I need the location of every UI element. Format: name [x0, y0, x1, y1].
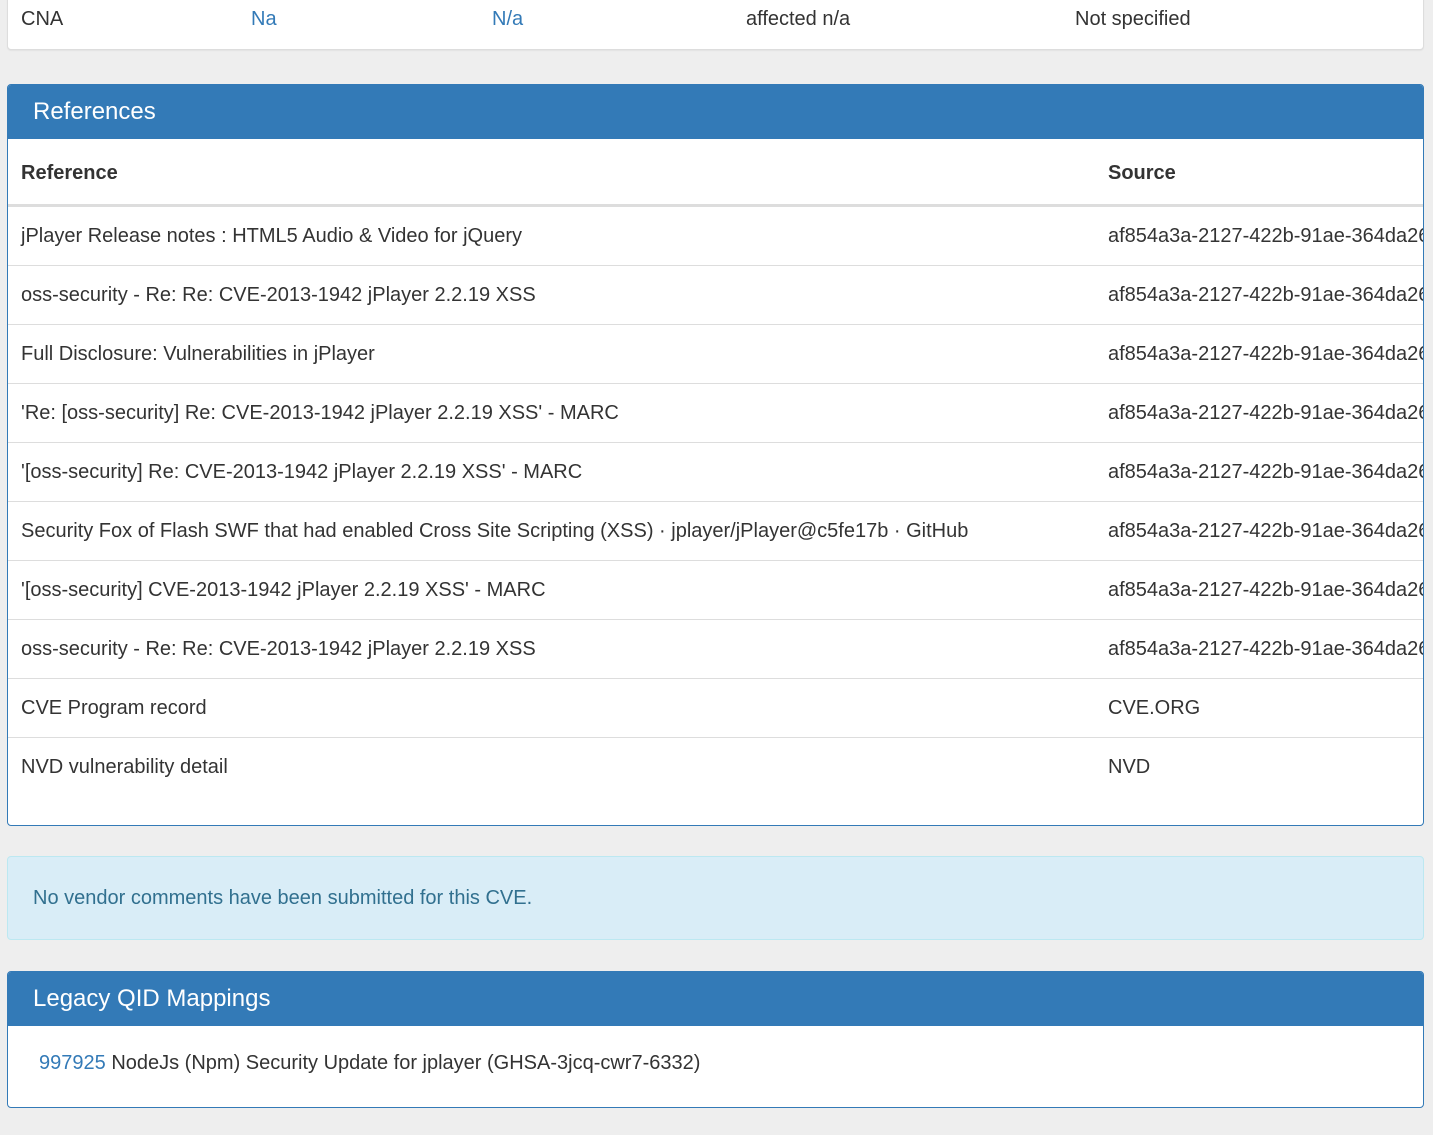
- reference-title[interactable]: '[oss-security] Re: CVE-2013-1942 jPlaye…: [21, 443, 582, 501]
- reference-source: af854a3a-2127-422b-91ae-364da2661108: [1108, 461, 1423, 483]
- legacy-qid-panel: Legacy QID Mappings 997925 NodeJs (Npm) …: [7, 971, 1424, 1108]
- reference-source: af854a3a-2127-422b-91ae-364da2661108: [1108, 225, 1423, 247]
- qid-description: NodeJs (Npm) Security Update for jplayer…: [111, 1052, 701, 1074]
- reference-row: oss-security - Re: Re: CVE-2013-1942 jPl…: [8, 265, 1423, 324]
- reference-row: '[oss-security] CVE-2013-1942 jPlayer 2.…: [8, 560, 1423, 619]
- reference-source: af854a3a-2127-422b-91ae-364da2661108: [1108, 638, 1423, 660]
- reference-row: Security Fox of Flash SWF that had enabl…: [8, 501, 1423, 560]
- column-header-source: Source: [1108, 162, 1176, 184]
- reference-title[interactable]: 'Re: [oss-security] Re: CVE-2013-1942 jP…: [21, 384, 619, 442]
- vendor-comments-alert: No vendor comments have been submitted f…: [7, 856, 1424, 940]
- reference-row: NVD vulnerability detail NVD: [8, 737, 1423, 789]
- reference-title[interactable]: NVD vulnerability detail: [21, 738, 228, 789]
- reference-source: af854a3a-2127-422b-91ae-364da2661108: [1108, 402, 1423, 424]
- reference-title[interactable]: CVE Program record: [21, 679, 207, 737]
- affected-products-panel: CNA Na N/a affected n/a Not specified: [7, 0, 1424, 50]
- legacy-qid-heading: Legacy QID Mappings: [8, 972, 1423, 1026]
- references-heading: References: [8, 85, 1423, 139]
- reference-title[interactable]: Full Disclosure: Vulnerabilities in jPla…: [21, 325, 375, 383]
- qid-list-item: 997925 NodeJs (Npm) Security Update for …: [8, 1026, 1423, 1100]
- affected-product-link[interactable]: N/a: [492, 7, 523, 31]
- reference-source: af854a3a-2127-422b-91ae-364da2661108: [1108, 284, 1423, 306]
- reference-row: '[oss-security] Re: CVE-2013-1942 jPlaye…: [8, 442, 1423, 501]
- reference-source: CVE.ORG: [1108, 697, 1201, 719]
- reference-title[interactable]: Security Fox of Flash SWF that had enabl…: [21, 502, 968, 560]
- reference-source: NVD: [1108, 756, 1151, 778]
- reference-title[interactable]: jPlayer Release notes : HTML5 Audio & Vi…: [21, 207, 522, 265]
- qid-link[interactable]: 997925: [39, 1052, 106, 1074]
- column-header-reference: Reference: [21, 162, 118, 184]
- affected-version: affected n/a: [746, 8, 851, 30]
- reference-title[interactable]: '[oss-security] CVE-2013-1942 jPlayer 2.…: [21, 561, 546, 619]
- affected-vendor-link[interactable]: Na: [251, 7, 277, 31]
- references-panel: References Reference Source jPlayer Rele…: [7, 84, 1424, 826]
- reference-row: Full Disclosure: Vulnerabilities in jPla…: [8, 324, 1423, 383]
- reference-source: af854a3a-2127-422b-91ae-364da2661108: [1108, 343, 1423, 365]
- reference-row: 'Re: [oss-security] Re: CVE-2013-1942 jP…: [8, 383, 1423, 442]
- reference-title[interactable]: oss-security - Re: Re: CVE-2013-1942 jPl…: [21, 620, 536, 678]
- affected-source: CNA: [21, 8, 64, 30]
- reference-source: af854a3a-2127-422b-91ae-364da2661108: [1108, 579, 1423, 601]
- reference-row: jPlayer Release notes : HTML5 Audio & Vi…: [8, 206, 1423, 265]
- references-header-row: Reference Source: [8, 141, 1423, 206]
- affected-platform: Not specified: [1075, 8, 1191, 30]
- reference-source: af854a3a-2127-422b-91ae-364da2661108: [1108, 520, 1423, 542]
- reference-title[interactable]: oss-security - Re: Re: CVE-2013-1942 jPl…: [21, 266, 536, 324]
- reference-row: CVE Program record CVE.ORG: [8, 678, 1423, 737]
- references-table: Reference Source jPlayer Release notes :…: [8, 139, 1423, 789]
- reference-row: oss-security - Re: Re: CVE-2013-1942 jPl…: [8, 619, 1423, 678]
